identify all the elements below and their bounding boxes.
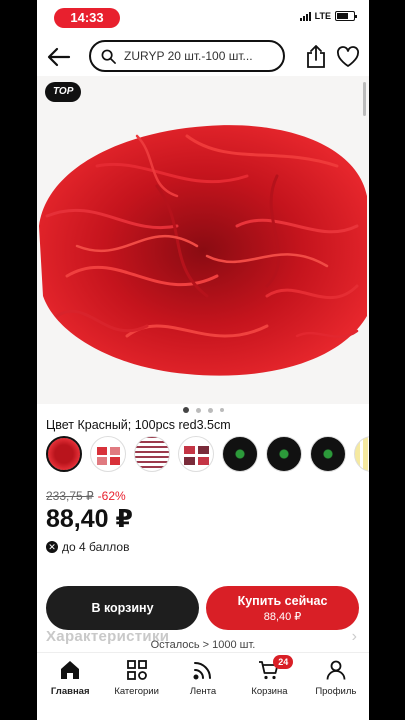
nav-item-feed[interactable]: Лента [170, 653, 236, 720]
add-to-cart-button[interactable]: В корзину [46, 586, 199, 630]
old-price: 233,75 ₽ [46, 489, 94, 503]
top-bar: ZURYP 20 шт.-100 шт... [37, 38, 369, 76]
signal-icon [299, 11, 311, 21]
home-icon [61, 661, 80, 679]
favorite-heart-icon[interactable] [336, 46, 360, 68]
nav-item-home[interactable]: Главная [37, 653, 103, 720]
variant-swatch-yellow[interactable] [354, 436, 369, 472]
nav-label: Категории [114, 686, 159, 697]
app-screen: 14:33 LTE ZURYP 20 шт.-100 шт... TOP Цве… [37, 0, 369, 720]
pagination-dot[interactable] [207, 407, 213, 413]
status-bar: 14:33 LTE [37, 0, 369, 34]
search-text: ZURYP 20 шт.-100 шт... [124, 49, 253, 63]
variant-thumbnail [97, 447, 120, 465]
discount-badge: -62% [97, 489, 126, 503]
search-icon [101, 49, 116, 64]
variant-swatch-dark-2[interactable] [266, 436, 302, 472]
pagination-dot[interactable] [195, 407, 201, 413]
categories-icon [126, 660, 147, 680]
nav-label: Главная [50, 686, 90, 697]
status-time: 14:33 [54, 8, 120, 28]
gallery-pagination-dots [37, 405, 369, 415]
nav-item-profile[interactable]: Профиль [303, 653, 369, 720]
variant-thumbnail [184, 446, 209, 465]
feed-icon [193, 662, 212, 680]
bonus-points[interactable]: ✕ до 4 баллов [46, 540, 129, 554]
profile-icon [326, 660, 346, 680]
pagination-dot[interactable] [219, 408, 224, 412]
current-price: 88,40 ₽ [46, 505, 133, 533]
variant-swatches [46, 436, 369, 474]
bonus-points-text: до 4 баллов [62, 540, 130, 554]
pagination-dot[interactable] [182, 407, 189, 413]
variant-swatch-dark-1[interactable] [222, 436, 258, 472]
nav-item-cart[interactable]: 24 Корзина [236, 653, 302, 720]
variant-swatch-pack[interactable] [90, 436, 126, 472]
search-field[interactable]: ZURYP 20 шт.-100 шт... [89, 40, 285, 72]
battery-icon [335, 11, 357, 21]
variant-swatch-dark-3[interactable] [310, 436, 346, 472]
price-info: 233,75 ₽ -62% [46, 489, 126, 503]
stock-remaining: Осталось > 1000 шт. [150, 639, 256, 651]
buy-now-button[interactable]: Купить сейчас 88,40 ₽ [206, 586, 359, 630]
product-image [39, 125, 367, 376]
buy-now-price: 88,40 ₽ [263, 611, 302, 623]
back-arrow-icon[interactable] [47, 46, 71, 68]
nav-label: Лента [189, 686, 217, 697]
network-label: LTE [314, 11, 331, 21]
product-image-gallery[interactable]: TOP [37, 76, 369, 404]
bottom-navigation: Главная Категории Лента 24 Корзина Профи… [37, 652, 369, 720]
cart-count-badge: 24 [273, 655, 294, 669]
nav-item-categories[interactable]: Категории [103, 653, 169, 720]
bonus-icon: ✕ [46, 541, 58, 553]
variant-swatch-mix[interactable] [178, 436, 214, 472]
selected-variant-label: Цвет Красный; 100pcs red3.5cm [46, 418, 231, 432]
variant-swatch-red[interactable] [46, 436, 82, 472]
top-badge: TOP [45, 82, 82, 102]
status-indicators: LTE [299, 11, 357, 21]
buy-now-label: Купить сейчас [237, 594, 328, 608]
nav-label: Корзина [251, 686, 288, 697]
nav-label: Профиль [315, 686, 357, 697]
image-scroll-indicator [363, 82, 366, 116]
share-icon[interactable] [305, 45, 327, 69]
variant-swatch-striped[interactable] [134, 436, 170, 472]
